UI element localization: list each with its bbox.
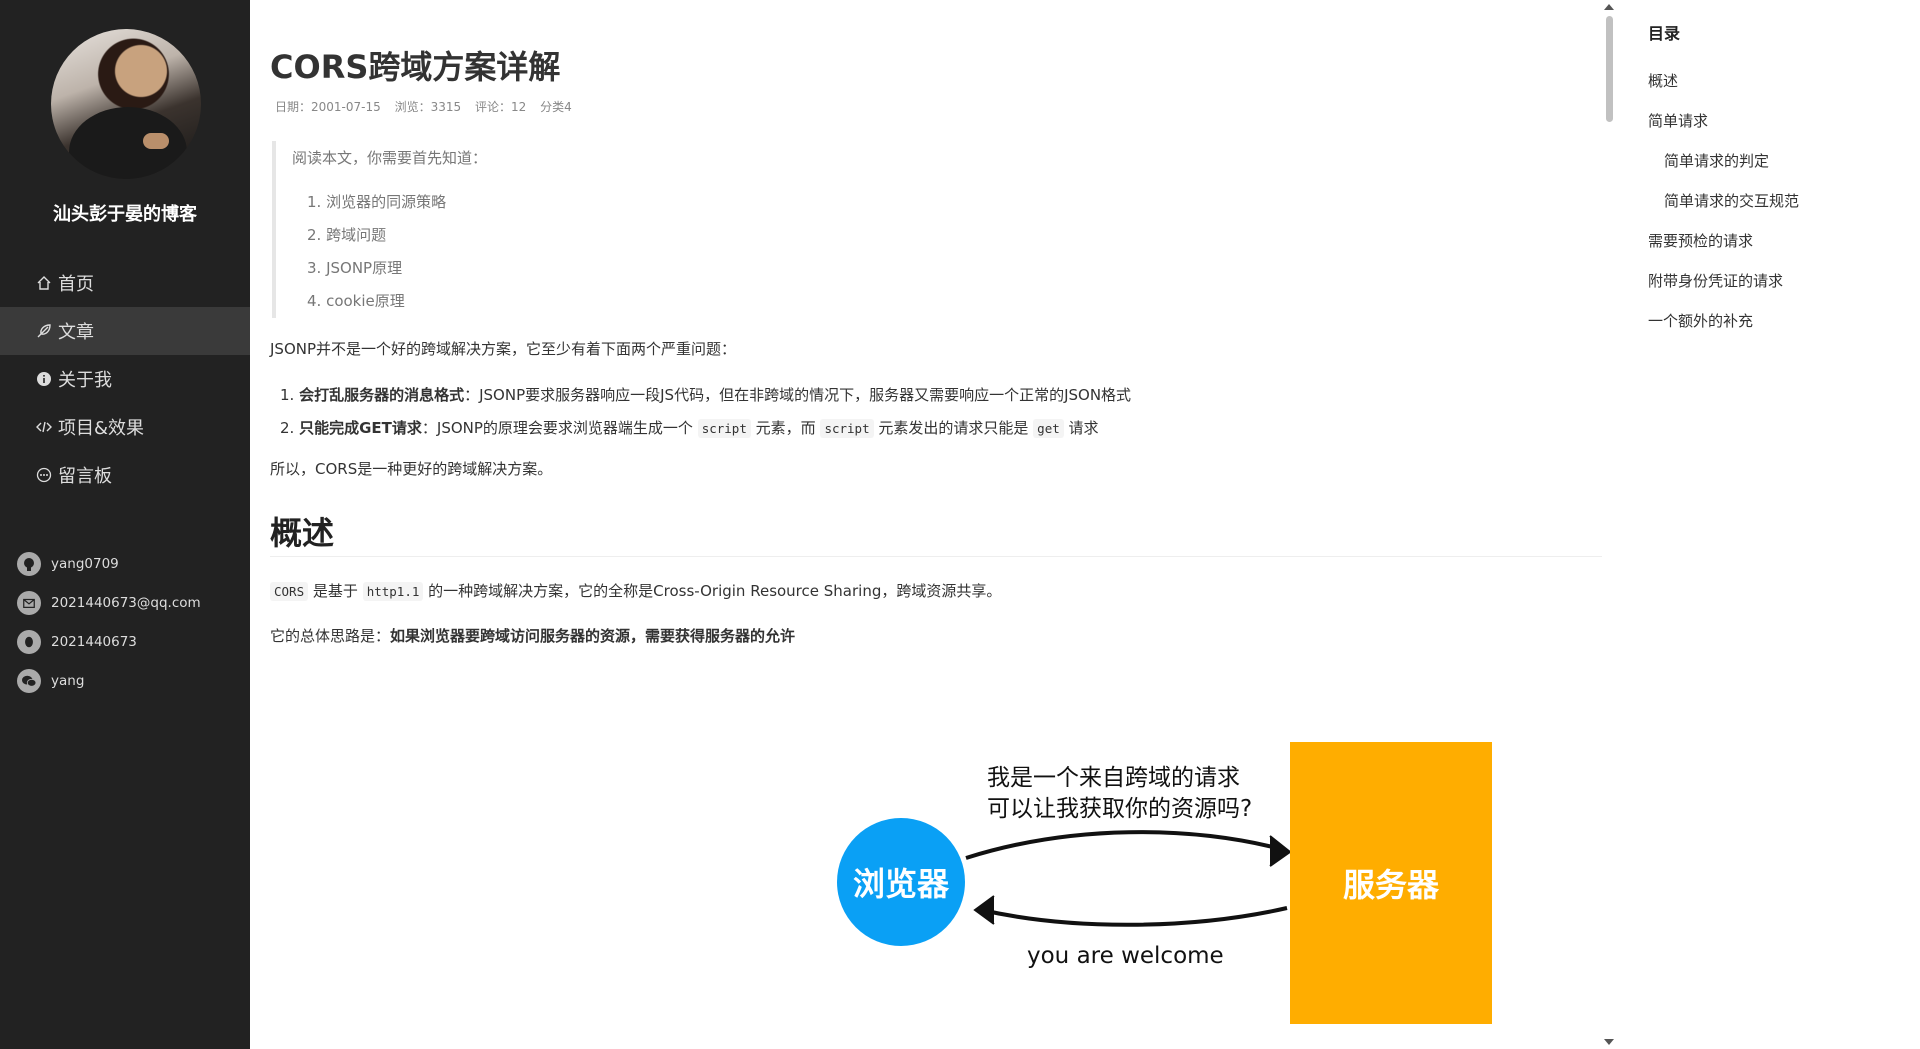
avatar[interactable] bbox=[51, 29, 201, 179]
problem-list: 1. 会打乱服务器的消息格式：JSONP要求服务器响应一段JS代码，但在非跨域的… bbox=[280, 379, 1131, 445]
toc-item-credentials-request[interactable]: 附带身份凭证的请求 bbox=[1648, 270, 1783, 291]
request-text: 我是一个来自跨域的请求 可以让我获取你的资源吗? bbox=[987, 763, 1252, 825]
nav-label: 留言板 bbox=[58, 466, 112, 487]
inline-code: script bbox=[697, 419, 751, 438]
cors-diagram: 浏览器 服务器 我是一个来自跨域的请求 可以让我获取你的资源吗? you are… bbox=[590, 730, 1492, 1030]
list-item: 2. 跨域问题 bbox=[307, 226, 387, 244]
meta-comments: 评论：12 bbox=[474, 100, 527, 114]
server-node: 服务器 bbox=[1290, 742, 1492, 1024]
list-item: 1. 浏览器的同源策略 bbox=[307, 193, 447, 211]
response-text: you are welcome bbox=[1027, 943, 1224, 969]
article-meta: 日期：2001-07-15 浏览：3315 评论：12 分类4 bbox=[275, 98, 582, 115]
meta-date: 日期：2001-07-15 bbox=[275, 100, 381, 114]
prerequisite-list: 1. 浏览器的同源策略 2. 跨域问题 3. JSONP原理 4. cookie… bbox=[292, 186, 1372, 318]
paragraph-jsonp-issues: JSONP并不是一个好的跨域解决方案，它至少有着下面两个严重问题： bbox=[270, 340, 737, 358]
chat-icon bbox=[34, 465, 54, 485]
request-line: 可以让我获取你的资源吗? bbox=[987, 796, 1253, 822]
request-line: 我是一个来自跨域的请求 bbox=[987, 765, 1240, 791]
nav-label: 项目&效果 bbox=[58, 418, 145, 439]
nav-item-articles[interactable]: 文章 bbox=[0, 307, 250, 355]
list-text: ：JSONP要求服务器响应一段JS代码，但在非跨域的情况下，服务器又需要响应一个… bbox=[464, 386, 1132, 404]
list-text: 元素，而 bbox=[755, 419, 816, 437]
avatar-hand bbox=[143, 133, 169, 149]
main-scrollbar[interactable] bbox=[1602, 0, 1616, 1049]
text-span: 是基于 bbox=[312, 582, 358, 600]
toc-item-overview[interactable]: 概述 bbox=[1648, 70, 1678, 91]
scroll-down-arrow-icon[interactable] bbox=[1604, 1039, 1614, 1045]
scroll-up-arrow-icon[interactable] bbox=[1604, 4, 1614, 10]
list-bold: 只能完成GET请求 bbox=[299, 419, 422, 437]
list-item: 1. 会打乱服务器的消息格式：JSONP要求服务器响应一段JS代码，但在非跨域的… bbox=[280, 379, 1131, 412]
contact-label: 2021440673 bbox=[51, 634, 137, 650]
list-text: 请求 bbox=[1068, 419, 1099, 437]
meta-views: 浏览：3315 bbox=[394, 100, 462, 114]
qq-icon bbox=[17, 630, 41, 654]
browser-node: 浏览器 bbox=[837, 818, 965, 946]
nav-label: 关于我 bbox=[58, 370, 112, 391]
toc-item-preflight-request[interactable]: 需要预检的请求 bbox=[1648, 230, 1753, 251]
nav-item-guestbook[interactable]: 留言板 bbox=[0, 451, 250, 499]
toc-item-simple-request[interactable]: 简单请求 bbox=[1648, 110, 1708, 131]
scrollbar-thumb[interactable] bbox=[1606, 16, 1613, 122]
paragraph-cors-idea: 它的总体思路是：如果浏览器要跨域访问服务器的资源，需要获得服务器的允许 bbox=[270, 625, 795, 646]
code-icon bbox=[34, 417, 54, 437]
inline-code: get bbox=[1033, 419, 1064, 438]
main-nav: 首页 文章 关于我 项目&效果 留言板 bbox=[0, 259, 250, 499]
contact-github[interactable]: yang0709 bbox=[17, 552, 201, 576]
toc-item-simple-request-judgement[interactable]: 简单请求的判定 bbox=[1664, 150, 1769, 171]
inline-code: http1.1 bbox=[362, 582, 424, 601]
list-item: 3. JSONP原理 bbox=[307, 259, 403, 277]
list-item: 2. 只能完成GET请求：JSONP的原理会要求浏览器端生成一个 script … bbox=[280, 412, 1131, 445]
toc-item-simple-request-interaction[interactable]: 简单请求的交互规范 bbox=[1664, 190, 1799, 211]
list-bold: 会打乱服务器的消息格式 bbox=[299, 386, 465, 404]
article-content: CORS跨域方案详解 日期：2001-07-15 浏览：3315 评论：12 分… bbox=[250, 0, 1602, 1049]
site-name: 汕头彭于晏的博客 bbox=[53, 204, 197, 225]
mail-icon bbox=[17, 591, 41, 615]
contact-wechat[interactable]: yang bbox=[17, 669, 201, 693]
contact-label: yang bbox=[51, 673, 85, 689]
prerequisite-quote: 阅读本文，你需要首先知道： 1. 浏览器的同源策略 2. 跨域问题 3. JSO… bbox=[272, 141, 1372, 318]
app-root: 汕头彭于晏的博客 首页 文章 关于我 项目&效果 留言板 yang0709 20… bbox=[0, 0, 1920, 1049]
inline-code: CORS bbox=[270, 582, 309, 601]
paragraph-cors-definition: CORS 是基于 http1.1 的一种跨域解决方案，它的全称是Cross-Or… bbox=[270, 580, 1001, 601]
text-span: 它的总体思路是： bbox=[270, 627, 391, 645]
nav-label: 首页 bbox=[58, 274, 94, 295]
feather-icon bbox=[34, 321, 54, 341]
section-heading-overview: 概述 bbox=[270, 514, 335, 552]
list-number: 2. bbox=[280, 419, 295, 437]
quote-intro: 阅读本文，你需要首先知道： bbox=[292, 149, 488, 167]
meta-category[interactable]: 分类4 bbox=[540, 100, 572, 114]
nav-item-about[interactable]: 关于我 bbox=[0, 355, 250, 403]
info-icon bbox=[34, 369, 54, 389]
github-icon bbox=[17, 552, 41, 576]
nav-item-home[interactable]: 首页 bbox=[0, 259, 250, 307]
wechat-icon bbox=[17, 669, 41, 693]
contact-qq[interactable]: 2021440673 bbox=[17, 630, 201, 654]
home-icon bbox=[34, 273, 54, 293]
list-text: 元素发出的请求只能是 bbox=[878, 419, 1029, 437]
contact-email[interactable]: 2021440673@qq.com bbox=[17, 591, 201, 615]
article-title: CORS跨域方案详解 bbox=[270, 48, 561, 86]
sidebar: 汕头彭于晏的博客 首页 文章 关于我 项目&效果 留言板 yang0709 20… bbox=[0, 0, 250, 1049]
list-item: 4. cookie原理 bbox=[307, 292, 405, 310]
text-span: 的一种跨域解决方案，它的全称是Cross-Origin Resource Sha… bbox=[428, 582, 1002, 600]
avatar-figure bbox=[69, 107, 187, 179]
contact-label: 2021440673@qq.com bbox=[51, 595, 201, 611]
heading-divider bbox=[270, 556, 1602, 557]
nav-item-projects[interactable]: 项目&效果 bbox=[0, 403, 250, 451]
bold-text: 如果浏览器要跨域访问服务器的资源，需要获得服务器的允许 bbox=[390, 627, 796, 645]
inline-code: script bbox=[820, 419, 874, 438]
toc-title: 目录 bbox=[1648, 24, 1681, 43]
list-text: ：JSONP的原理会要求浏览器端生成一个 bbox=[421, 419, 693, 437]
nav-label: 文章 bbox=[58, 322, 94, 343]
contact-label: yang0709 bbox=[51, 556, 119, 572]
paragraph-conclusion: 所以，CORS是一种更好的跨域解决方案。 bbox=[270, 460, 553, 478]
list-number: 1. bbox=[280, 386, 295, 404]
toc-item-extra-note[interactable]: 一个额外的补充 bbox=[1648, 310, 1753, 331]
contact-list: yang0709 2021440673@qq.com 2021440673 ya… bbox=[17, 552, 201, 708]
